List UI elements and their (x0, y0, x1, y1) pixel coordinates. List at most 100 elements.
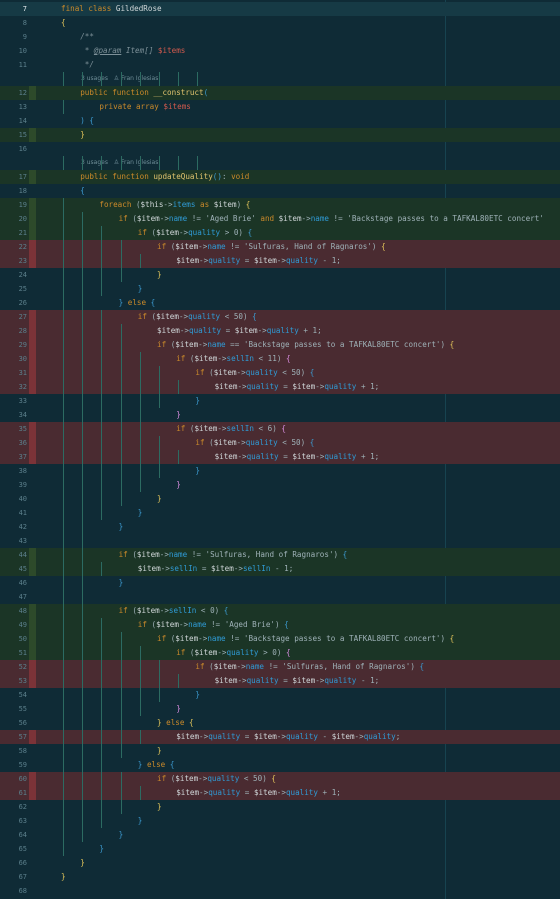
code-line[interactable]: 11 */ (0, 58, 560, 72)
code-text[interactable]: if ($item->name != 'Sulfuras, Hand of Ra… (119, 548, 348, 562)
code-text[interactable]: if ($item->sellIn < 6) { (176, 422, 286, 436)
code-line[interactable]: 14) { (0, 114, 560, 128)
coverage-marker[interactable] (29, 86, 36, 100)
coverage-marker[interactable] (29, 604, 36, 618)
coverage-marker[interactable] (29, 198, 36, 212)
code-text[interactable]: } (99, 842, 104, 856)
code-text[interactable]: $item->quality = $item->quality + 1; (176, 786, 341, 800)
code-line[interactable]: 34} (0, 408, 560, 422)
code-line[interactable]: 62} (0, 800, 560, 814)
coverage-marker[interactable] (29, 646, 36, 660)
code-text[interactable]: } (138, 282, 143, 296)
code-line[interactable]: 28 $item->quality = $item->quality + 1; (0, 324, 560, 338)
code-line[interactable]: 9 /** (0, 30, 560, 44)
code-text[interactable]: if ($item->name != 'Aged Brie') { (138, 618, 289, 632)
coverage-marker[interactable] (29, 786, 36, 800)
code-text[interactable]: * @param Item[] $items (80, 44, 186, 58)
code-line[interactable]: 64} (0, 828, 560, 842)
code-text[interactable]: final class GildedRose (61, 2, 162, 16)
coverage-marker[interactable] (29, 240, 36, 254)
code-line[interactable]: 53 $item->quality = $item->quality - 1; (0, 674, 560, 688)
code-line[interactable]: 43 (0, 534, 560, 548)
code-text[interactable]: } (119, 576, 124, 590)
code-text[interactable]: if ($item->sellIn < 11) { (176, 352, 290, 366)
coverage-marker[interactable] (29, 422, 36, 436)
code-line[interactable]: 59} else { (0, 758, 560, 772)
code-text[interactable]: if ($item->quality > 0) { (176, 646, 290, 660)
coverage-marker[interactable] (29, 128, 36, 142)
code-line[interactable]: 40} (0, 492, 560, 506)
code-text[interactable]: { (61, 16, 66, 30)
code-text[interactable]: $item->quality = $item->quality - $item-… (176, 730, 400, 744)
code-line[interactable]: 67} (0, 870, 560, 884)
code-text[interactable]: } (138, 814, 143, 828)
code-text[interactable]: private array $items (99, 100, 190, 114)
code-line[interactable]: 31 if ($item->quality < 50) { (0, 366, 560, 380)
code-text[interactable]: } (195, 394, 200, 408)
code-line[interactable]: 10 * @param Item[] $items (0, 44, 560, 58)
code-line[interactable]: 55} (0, 702, 560, 716)
code-text[interactable]: } (119, 828, 124, 842)
coverage-marker[interactable] (29, 226, 36, 240)
code-text[interactable]: } (176, 408, 181, 422)
code-line[interactable]: 33} (0, 394, 560, 408)
code-line[interactable]: 61 $item->quality = $item->quality + 1; (0, 786, 560, 800)
code-text[interactable]: $item->quality = $item->quality + 1; (215, 380, 380, 394)
code-line[interactable]: 24} (0, 268, 560, 282)
code-line[interactable]: 54} (0, 688, 560, 702)
code-text[interactable]: $item->quality = $item->quality - 1; (176, 254, 341, 268)
code-text[interactable]: if ($item->quality < 50) { (195, 436, 314, 450)
code-text[interactable]: if ($item->name != 'Backstage passes to … (157, 632, 454, 646)
code-line[interactable]: 57 $item->quality = $item->quality - $ite… (0, 730, 560, 744)
code-line[interactable]: 35 if ($item->sellIn < 6) { (0, 422, 560, 436)
code-text[interactable]: } (157, 800, 162, 814)
coverage-marker[interactable] (29, 338, 36, 352)
code-line[interactable]: 17 public function updateQuality(): void (0, 170, 560, 184)
code-text[interactable]: if ($item->quality < 50) { (138, 310, 257, 324)
coverage-marker[interactable] (29, 212, 36, 226)
code-line[interactable]: 20 if ($item->name != 'Aged Brie' and $it… (0, 212, 560, 226)
code-line[interactable]: 58} (0, 744, 560, 758)
code-text[interactable]: */ (80, 58, 94, 72)
code-line[interactable]: 49 if ($item->name != 'Aged Brie') { (0, 618, 560, 632)
coverage-marker[interactable] (29, 772, 36, 786)
coverage-marker[interactable] (29, 436, 36, 450)
code-line[interactable]: 42} (0, 520, 560, 534)
code-text[interactable]: } (119, 520, 124, 534)
coverage-marker[interactable] (29, 660, 36, 674)
code-text[interactable]: } (138, 506, 143, 520)
code-text[interactable]: } else { (157, 716, 194, 730)
code-line[interactable]: 15} (0, 128, 560, 142)
code-line[interactable]: 60 if ($item->quality < 50) { (0, 772, 560, 786)
codelens-hint[interactable]: 3 usages ♙ Fran Iglesias (0, 156, 560, 170)
code-text[interactable]: if ($item->name != 'Sulfuras, Hand of Ra… (157, 240, 386, 254)
code-text[interactable]: } (157, 492, 162, 506)
code-line[interactable]: 29 if ($item->name == 'Backstage passes t… (0, 338, 560, 352)
code-line[interactable]: 44 if ($item->name != 'Sulfuras, Hand of … (0, 548, 560, 562)
code-text[interactable]: } (195, 464, 200, 478)
coverage-marker[interactable] (29, 380, 36, 394)
code-line[interactable]: 25} (0, 282, 560, 296)
coverage-marker[interactable] (29, 548, 36, 562)
coverage-marker[interactable] (29, 254, 36, 268)
code-line[interactable]: 52 if ($item->name != 'Sulfuras, Hand of … (0, 660, 560, 674)
code-text[interactable]: ) { (80, 114, 94, 128)
code-text[interactable]: } else { (138, 758, 175, 772)
code-line[interactable]: 21 if ($item->quality > 0) { (0, 226, 560, 240)
code-line[interactable]: 68 (0, 884, 560, 898)
code-text[interactable]: public function updateQuality(): void (80, 170, 249, 184)
code-text[interactable]: } else { (119, 296, 156, 310)
code-text[interactable]: if ($item->name == 'Backstage passes to … (157, 338, 454, 352)
code-line[interactable]: 36 if ($item->quality < 50) { (0, 436, 560, 450)
coverage-marker[interactable] (29, 352, 36, 366)
coverage-marker[interactable] (29, 632, 36, 646)
code-line[interactable]: 48 if ($item->sellIn < 0) { (0, 604, 560, 618)
code-line[interactable]: 27 if ($item->quality < 50) { (0, 310, 560, 324)
code-text[interactable]: } (195, 688, 200, 702)
code-line[interactable]: 51 if ($item->quality > 0) { (0, 646, 560, 660)
code-text[interactable]: } (80, 856, 85, 870)
code-line[interactable]: 22 if ($item->name != 'Sulfuras, Hand of … (0, 240, 560, 254)
code-line[interactable]: 56} else { (0, 716, 560, 730)
code-text[interactable]: { (80, 184, 85, 198)
code-line[interactable]: 7 final class GildedRose (0, 2, 560, 16)
